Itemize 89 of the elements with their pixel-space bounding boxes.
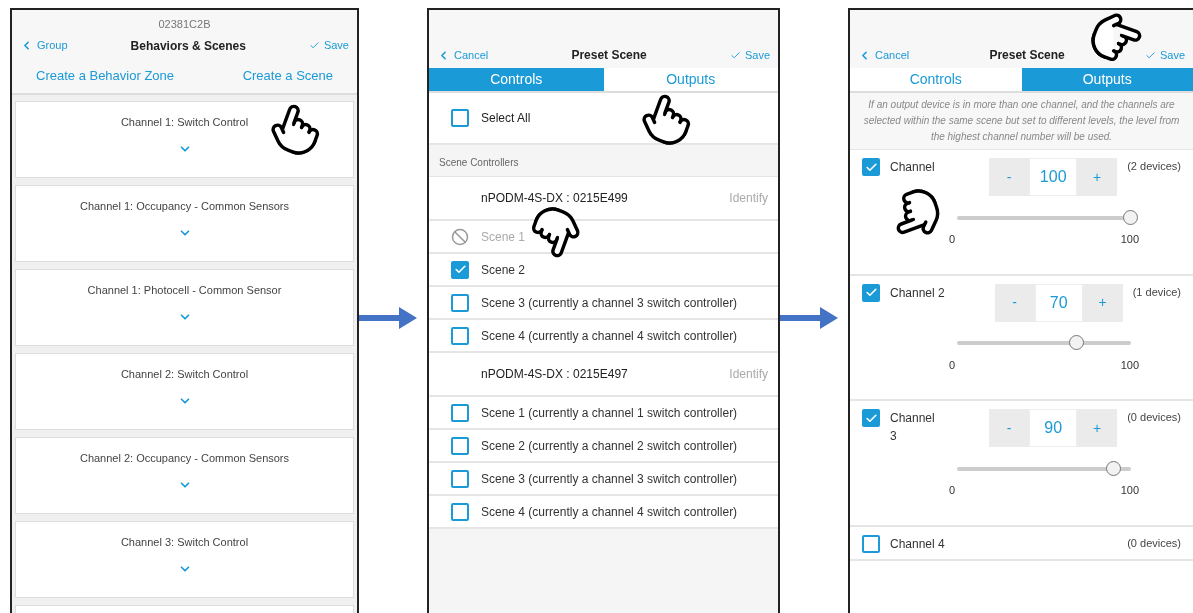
slider-thumb[interactable] — [1069, 335, 1085, 350]
checkbox[interactable] — [862, 409, 880, 427]
scene-label: Scene 4 (currently a channel 4 switch controller) — [481, 327, 738, 345]
checkmark-icon — [864, 160, 878, 174]
device-count: (1 device) — [1132, 284, 1181, 300]
tab[interactable]: Outputs — [603, 68, 778, 91]
decrement-button[interactable]: - — [989, 158, 1030, 196]
checkbox[interactable] — [451, 326, 469, 345]
checkbox[interactable] — [451, 293, 469, 312]
link[interactable]: Create a Behavior Zone — [36, 65, 175, 86]
scene-label: Scene 2 (currently a channel 2 switch controller) — [481, 437, 738, 455]
slider-thumb[interactable] — [1123, 209, 1138, 225]
increment-button[interactable]: + — [1077, 409, 1118, 447]
checkbox[interactable] — [862, 158, 880, 176]
slider-min-label: 0 — [949, 483, 956, 498]
identify-button[interactable]: Identify — [729, 365, 768, 383]
scene-label: Scene 4 (currently a channel 4 switch controller) — [481, 503, 738, 521]
link[interactable]: Create a Scene — [242, 65, 333, 86]
channel-card[interactable]: Channel 2: Occupancy - Common Sensors — [15, 436, 354, 514]
scene-label: Scene 2 — [481, 261, 526, 279]
channel-card[interactable]: Channel 2: Switch Control — [15, 352, 354, 430]
device-name: nPODM-4S-DX : 0215E499 — [481, 190, 628, 207]
level-value-field[interactable]: 100 — [1029, 158, 1078, 196]
device-count: (0 devices) — [1127, 535, 1181, 551]
save-button[interactable]: Save — [308, 37, 349, 54]
card-title: Channel 1: Photocell - Common Sensor — [87, 282, 282, 298]
device-name: nPODM-4S-DX : 0215E497 — [481, 366, 628, 383]
scene-label: Scene 3 (currently a channel 3 switch controller) — [481, 294, 738, 312]
identify-button[interactable]: Identify — [729, 189, 768, 207]
scene-label: Scene 3 (currently a channel 3 switch controller) — [481, 470, 738, 488]
back-button[interactable]: Cancel — [437, 46, 489, 64]
checkmark-icon — [1144, 49, 1156, 61]
back-button[interactable]: Group — [20, 37, 68, 54]
card-title: Channel 1: Switch Control — [120, 114, 249, 130]
slider-thumb[interactable] — [1105, 460, 1121, 476]
card-title: Channel 2: Occupancy - Common Sensors — [79, 450, 290, 466]
card-title: Channel 2: Switch Control — [120, 366, 249, 382]
slider-max-label: 100 — [1120, 357, 1139, 373]
device-id: 02381C2B — [158, 17, 211, 32]
slider-min-label: 0 — [949, 232, 956, 247]
checkmark-icon — [864, 286, 878, 299]
channel-card[interactable]: Channel 1: Switch Control — [15, 100, 354, 178]
device-count: (2 devices) — [1127, 159, 1181, 174]
select-all-label: Select All — [481, 110, 531, 127]
device-count: (0 devices) — [1127, 410, 1181, 425]
checkmark-icon — [864, 411, 878, 425]
level-value-field[interactable]: 70 — [1034, 283, 1083, 322]
slider-max-label: 100 — [1120, 483, 1139, 498]
tab[interactable]: Outputs — [1021, 68, 1193, 91]
channel-label: Channel 2 — [890, 284, 945, 302]
screen-title: Preset Scene — [571, 47, 647, 64]
checkmark-icon — [453, 263, 467, 276]
arrow-icon — [359, 304, 417, 331]
checkmark-icon — [729, 49, 741, 61]
channel-label: Channel — [890, 159, 936, 176]
scene-label: Scene 1 — [481, 228, 526, 246]
back-button[interactable]: Cancel — [858, 46, 910, 64]
screen-title: Behaviors & Scenes — [130, 37, 246, 55]
save-button[interactable]: Save — [1144, 46, 1185, 64]
checkbox[interactable] — [862, 534, 880, 553]
checkbox[interactable] — [451, 260, 469, 279]
level-value-field[interactable]: 90 — [1029, 409, 1078, 447]
channel-card[interactable]: Channel 1: Photocell - Common Sensor — [15, 268, 354, 346]
card-title: Channel 3: Switch Control — [120, 534, 249, 550]
screen-title: Preset Scene — [989, 47, 1065, 64]
scene-label: Scene 1 (currently a channel 1 switch controller) — [481, 404, 738, 422]
checkbox[interactable] — [451, 403, 469, 422]
info-note: If an output device is in more than one channel, and the channels are selected within the same scene but set to different levels, the level from the highest channel number will be used. — [850, 93, 1193, 150]
increment-button[interactable]: + — [1082, 283, 1123, 322]
checkmark-icon — [308, 40, 320, 51]
decrement-button[interactable]: - — [994, 283, 1035, 322]
checkbox[interactable] — [862, 283, 880, 302]
tab[interactable]: Controls — [429, 68, 604, 91]
slider-min-label: 0 — [949, 357, 956, 373]
channel-card[interactable]: Channel 1: Occupancy - Common Sensors — [15, 184, 354, 262]
checkbox[interactable] — [451, 469, 469, 488]
section-header: Scene Controllers — [439, 156, 519, 170]
channel-card[interactable]: Channel 3: Switch Control — [15, 520, 354, 598]
slider-max-label: 100 — [1120, 232, 1139, 247]
checkbox[interactable] — [451, 109, 469, 127]
increment-button[interactable]: + — [1077, 158, 1118, 196]
checkbox[interactable] — [451, 436, 469, 455]
channel-label: Channel 3 — [890, 410, 936, 445]
save-button[interactable]: Save — [729, 46, 770, 64]
channel-label: Channel 4 — [890, 535, 946, 553]
decrement-button[interactable]: - — [989, 409, 1030, 447]
card-title: Channel 1: Occupancy - Common Sensors — [79, 198, 290, 214]
checkbox[interactable] — [451, 502, 469, 521]
arrow-icon — [780, 304, 838, 331]
